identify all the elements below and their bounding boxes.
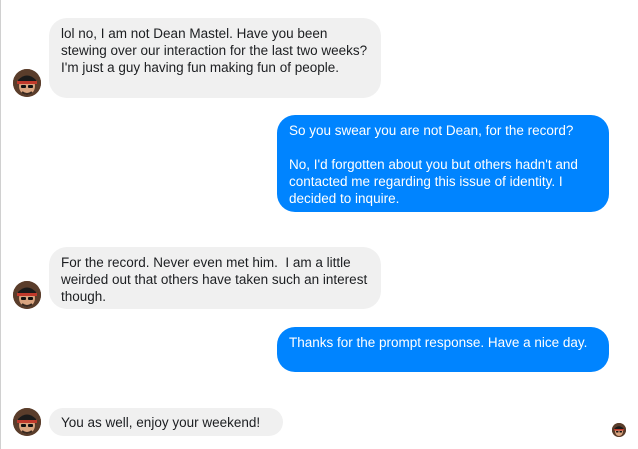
user-avatar-icon	[13, 69, 41, 97]
message-bubble-outgoing[interactable]: Thanks for the prompt response. Have a n…	[277, 327, 609, 372]
read-receipt	[612, 423, 626, 437]
user-avatar-icon	[13, 408, 41, 436]
user-avatar-icon	[13, 281, 41, 309]
read-receipt-avatar-icon	[612, 423, 626, 437]
message-bubble-incoming[interactable]: For the record. Never even met him. I am…	[49, 247, 381, 309]
message-bubble-incoming[interactable]: lol no, I am not Dean Mastel. Have you b…	[49, 18, 381, 98]
sender-avatar[interactable]	[13, 281, 41, 309]
sender-avatar[interactable]	[13, 69, 41, 97]
chat-window: { "conversation": { "messages": [ {"side…	[0, 0, 638, 449]
message-bubble-outgoing[interactable]: So you swear you are not Dean, for the r…	[277, 115, 609, 212]
message-bubble-incoming[interactable]: You as well, enjoy your weekend!	[49, 408, 283, 436]
sender-avatar[interactable]	[13, 408, 41, 436]
window-border	[0, 0, 1, 449]
